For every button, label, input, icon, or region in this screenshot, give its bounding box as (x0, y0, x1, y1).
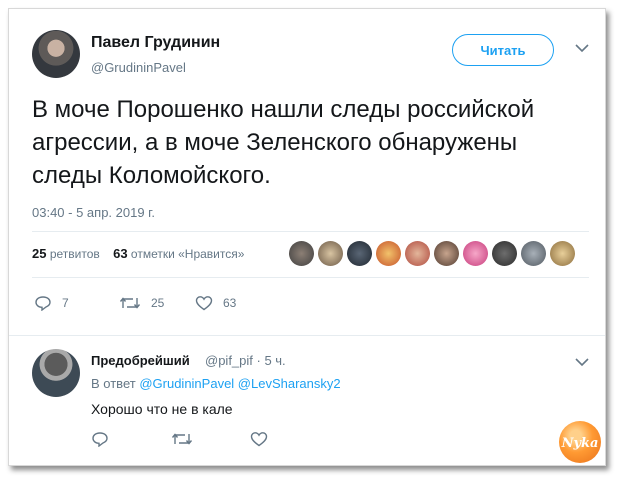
divider (9, 335, 605, 336)
retweet-icon (119, 297, 141, 309)
author-avatar[interactable] (32, 30, 80, 78)
liker-avatar[interactable] (550, 241, 575, 266)
liker-avatars (289, 241, 575, 266)
retweets-count[interactable]: 25 (32, 246, 46, 261)
author-name[interactable]: Павел Грудинин (91, 34, 220, 52)
liker-avatar[interactable] (376, 241, 401, 266)
liker-avatar[interactable] (318, 241, 343, 266)
like-action[interactable]: 63 (195, 295, 236, 311)
retweet-count: 25 (151, 296, 165, 310)
reply-author-avatar[interactable] (32, 349, 80, 397)
divider (32, 277, 589, 278)
liker-avatar[interactable] (405, 241, 430, 266)
liker-avatar[interactable] (347, 241, 372, 266)
reply-icon (92, 432, 108, 447)
tweet-stats: 25 ретвитов 63 отметки «Нравится» (32, 246, 244, 261)
reply-text: Хорошо что не в кале (91, 401, 233, 417)
svg-text:Nyka: Nyka (561, 436, 598, 451)
liker-avatar[interactable] (463, 241, 488, 266)
divider (32, 231, 589, 232)
watermark-logo-text: Nyka (561, 436, 598, 451)
likes-label[interactable]: отметки «Нравится» (131, 247, 245, 261)
like-count: 63 (223, 296, 237, 310)
liker-avatar[interactable] (521, 241, 546, 266)
tweet-timestamp[interactable]: 03:40 - 5 апр. 2019 г. (32, 205, 155, 220)
follow-button[interactable]: Читать (452, 34, 554, 66)
retweets-label[interactable]: ретвитов (50, 247, 100, 261)
reply-to-prefix: В ответ (91, 376, 136, 391)
liker-avatar[interactable] (492, 241, 517, 266)
liker-avatar[interactable] (289, 241, 314, 266)
heart-icon (195, 296, 213, 311)
author-handle[interactable]: @GrudininPavel (91, 60, 186, 75)
retweet-icon (171, 433, 193, 445)
reply-count: 7 (62, 296, 69, 310)
watermark-logo: Nyka (559, 421, 601, 463)
reply-author-handle[interactable]: @pif_pif · 5 ч. (205, 353, 286, 368)
reply-retweet-action[interactable] (171, 431, 193, 447)
liker-avatar[interactable] (434, 241, 459, 266)
tweet-text: В моче Порошенко нашли следы российской … (32, 96, 535, 189)
reply-reply-action[interactable] (91, 431, 109, 447)
reply-to-line: В ответ @GrudininPavel @LevSharansky2 (91, 376, 341, 391)
retweet-action[interactable]: 25 (119, 295, 164, 311)
likes-count[interactable]: 63 (113, 246, 127, 261)
chevron-down-icon[interactable] (574, 356, 590, 368)
reply-icon (35, 296, 51, 311)
tweet-card: Павел Грудинин @GrudininPavel Читать В м… (8, 8, 606, 466)
reply-like-action[interactable] (250, 431, 268, 447)
reply-action[interactable]: 7 (34, 295, 69, 311)
reply-author-name[interactable]: Предобрейший (91, 353, 190, 368)
chevron-down-icon[interactable] (574, 42, 590, 54)
heart-icon (250, 432, 268, 447)
reply-to-users[interactable]: @GrudininPavel @LevSharansky2 (139, 376, 340, 391)
